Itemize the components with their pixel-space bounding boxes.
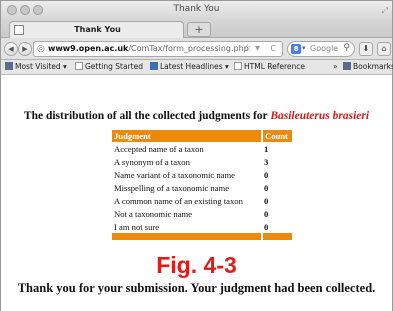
bookmark-label: Getting Started bbox=[85, 62, 143, 71]
table-row: Misspelling of a taxonomic name 0 bbox=[112, 181, 292, 194]
count-cell: 0 bbox=[264, 208, 269, 219]
new-tab-button[interactable]: + bbox=[187, 22, 211, 37]
judgment-cell: A common name of an existing taxon bbox=[114, 195, 243, 206]
title-bar[interactable]: Thank You ⤢ bbox=[1, 1, 392, 20]
heading-text: The distribution of all the collected ju… bbox=[23, 110, 268, 122]
bookmark-star-icon[interactable]: ☆ ▾ bbox=[243, 43, 260, 54]
bookmark-latest-headlines[interactable]: Latest Headlines ▾ bbox=[150, 62, 229, 71]
search-input[interactable]: Google bbox=[310, 44, 338, 53]
rss-feed-icon bbox=[150, 62, 158, 70]
table-row: Name variant of a taxonomic name 0 bbox=[112, 168, 292, 181]
judgment-cell: A synonym of a taxon bbox=[114, 156, 190, 167]
judgment-cell: Name variant of a taxonomic name bbox=[114, 169, 235, 180]
folder-icon bbox=[5, 62, 13, 70]
judgment-cell: Misspelling of a taxonomic name bbox=[114, 182, 230, 193]
bookmarks-menu[interactable]: Bookmarks ▾ bbox=[343, 62, 393, 71]
bookmark-getting-started[interactable]: Getting Started bbox=[75, 62, 143, 71]
table-footer-row bbox=[112, 233, 292, 240]
back-arrow-icon[interactable]: ◀ bbox=[4, 42, 18, 56]
home-icon[interactable]: ⌂ bbox=[377, 42, 391, 56]
column-header-count: Count bbox=[261, 130, 292, 142]
tab-thank-you[interactable]: Thank You bbox=[9, 21, 184, 38]
download-icon[interactable]: ⬇ bbox=[359, 42, 373, 56]
url-bar[interactable]: ◎ www9.open.ac.uk/ComTax/form_processing… bbox=[33, 41, 283, 57]
bookmark-html-reference[interactable]: HTML Reference bbox=[234, 62, 305, 71]
bookmarks-toolbar: Most Visited ▾ Getting Started Latest He… bbox=[1, 60, 393, 75]
url-path: /ComTax/form_processing.php bbox=[128, 44, 249, 53]
page-icon bbox=[234, 62, 242, 70]
judgment-cell: I am not sure bbox=[114, 221, 160, 232]
fullscreen-icon[interactable]: ⤢ bbox=[382, 6, 388, 16]
judgment-table: Judgment Count Accepted name of a taxon 1… bbox=[112, 130, 292, 240]
page-heading: The distribution of all the collected ju… bbox=[1, 110, 392, 122]
judgment-cell: Accepted name of a taxon bbox=[114, 143, 204, 154]
navigation-toolbar: ◀ ▶ ◎ www9.open.ac.uk/ComTax/form_proces… bbox=[1, 38, 392, 60]
bookmarks-menu-label: Bookmarks ▾ bbox=[353, 62, 393, 71]
count-cell: 0 bbox=[264, 169, 269, 180]
table-row: A common name of an existing taxon 0 bbox=[112, 194, 292, 207]
url-text[interactable]: www9.open.ac.uk/ComTax/form_processing.p… bbox=[48, 44, 249, 53]
bookmark-label: Latest Headlines ▾ bbox=[160, 62, 229, 71]
tab-strip: Thank You + bbox=[1, 20, 392, 38]
bookmark-most-visited[interactable]: Most Visited ▾ bbox=[5, 62, 67, 71]
table-footer-cell bbox=[112, 233, 262, 240]
count-cell: 0 bbox=[264, 195, 269, 206]
figure-label: Fig. 4-3 bbox=[156, 252, 237, 278]
magnifier-icon[interactable]: ⚲ bbox=[343, 43, 350, 53]
bookmarks-overflow-chevron[interactable]: » bbox=[333, 62, 338, 71]
table-row: A synonym of a taxon 3 bbox=[112, 155, 292, 168]
bookmark-label: HTML Reference bbox=[244, 62, 306, 71]
species-name: Basileuterus brasieri bbox=[270, 110, 370, 122]
bookmark-label: Most Visited ▾ bbox=[15, 62, 67, 71]
search-engine-icon[interactable]: 8 bbox=[291, 44, 301, 54]
column-header-judgment: Judgment bbox=[112, 130, 262, 142]
judgment-cell: Not a taxonomic name bbox=[114, 208, 193, 219]
count-cell: 0 bbox=[264, 182, 269, 193]
tab-title: Thank You bbox=[74, 25, 121, 34]
table-footer-cell bbox=[261, 233, 292, 240]
reload-icon[interactable]: C bbox=[270, 44, 276, 53]
page-icon bbox=[75, 62, 83, 70]
browser-window: Thank You ⤢ Thank You + ◀ ▶ ◎ www9.open.… bbox=[0, 0, 393, 311]
table-row: I am not sure 0 bbox=[112, 220, 292, 233]
url-host: www9.open.ac.uk bbox=[48, 44, 129, 53]
count-cell: 0 bbox=[264, 221, 269, 232]
thank-you-message: Thank you for your submission. Your judg… bbox=[17, 281, 376, 295]
globe-icon: ◎ bbox=[37, 44, 45, 54]
table-row: Accepted name of a taxon 1 bbox=[112, 142, 292, 155]
count-cell: 3 bbox=[264, 156, 269, 167]
bookmarks-icon bbox=[343, 62, 351, 70]
search-engine-dropdown-icon[interactable]: ▾ bbox=[302, 44, 306, 52]
table-row: Not a taxonomic name 0 bbox=[112, 207, 292, 220]
window-title: Thank You bbox=[173, 4, 220, 14]
table-header-row: Judgment Count bbox=[112, 130, 292, 142]
page-content: The distribution of all the collected ju… bbox=[1, 76, 392, 311]
count-cell: 1 bbox=[264, 143, 269, 154]
forward-arrow-icon[interactable]: ▶ bbox=[18, 42, 32, 56]
search-bar[interactable]: 8 ▾ Google ⚲ bbox=[287, 41, 355, 57]
